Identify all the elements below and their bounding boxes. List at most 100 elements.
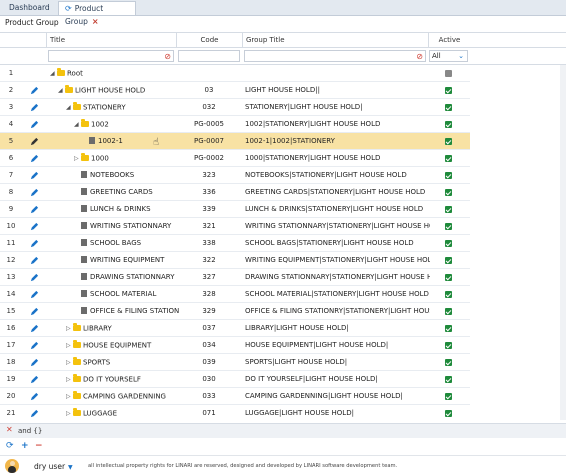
table-row[interactable]: 8 GREETING CARDS 336 GREETING CARDS|STATION… [0,184,470,201]
tab-dashboard[interactable]: Dashboard [3,1,57,15]
table-row[interactable]: 11 SCHOOL BAGS 338 SCHOOL BAGS|STATIONERY|L… [0,235,470,252]
refresh-icon[interactable]: ⟳ [65,4,72,13]
table-row[interactable]: 1 ◢ Root [0,65,470,82]
active-checkbox[interactable] [445,410,452,417]
active-checkbox[interactable] [445,87,452,94]
group-title-filter-input[interactable]: ⊘ [244,50,426,62]
active-checkbox[interactable] [445,138,452,145]
active-filter-select[interactable]: All ⌄ [429,50,468,62]
row-title-cell[interactable]: SCHOOL BAGS [74,235,141,252]
active-checkbox[interactable] [445,274,452,281]
code-filter-input[interactable] [178,50,240,62]
title-filter-input[interactable]: ⊘ [48,50,174,62]
row-title-cell[interactable]: ◢ LIGHT HOUSE HOLD [58,82,145,100]
table-row[interactable]: 9 LUNCH & DRINKS 339 LUNCH & DRINKS|STATION… [0,201,470,218]
column-header-title[interactable]: Title [46,33,176,48]
collapse-arrow-icon[interactable]: ◢ [74,116,81,133]
row-title-cell[interactable]: WRITING EQUIPMENT [74,252,164,269]
user-menu[interactable]: dry user ▼ [34,462,73,471]
remove-icon[interactable]: − [35,440,43,452]
row-code: 336 [202,188,216,196]
active-checkbox[interactable] [445,70,452,77]
column-header-code[interactable]: Code [176,33,242,48]
clear-filter-builder-icon[interactable]: ✕ [6,425,13,434]
row-title-cell[interactable]: WRITING STATIONNARY [74,218,171,235]
table-row[interactable]: 16 ▷ LIBRARY 037 LIBRARY|LIGHT HOUSE HOLD| [0,320,470,337]
table-row[interactable]: 17 ▷ HOUSE EQUIPMENT 034 HOUSE EQUIPMENT|LIG… [0,337,470,354]
filter-expression[interactable]: and {} [18,427,42,435]
clear-filter-icon[interactable]: ⊘ [416,51,423,62]
table-row[interactable]: 15 OFFICE & FILING STATION 329 OFFICE & FIL… [0,303,470,320]
row-title-cell[interactable]: ▷ SPORTS [66,354,110,372]
row-title-cell[interactable]: LUNCH & DRINKS [74,201,151,218]
add-icon[interactable]: + [21,440,29,452]
active-checkbox[interactable] [445,257,452,264]
active-checkbox[interactable] [445,155,452,162]
table-row[interactable]: 7 NOTEBOOKS 323 NOTEBOOKS|STATIONERY|LIGHT … [0,167,470,184]
table-row[interactable]: 2 ◢ LIGHT HOUSE HOLD 03 LIGHT HOUSE HOLD|| [0,82,470,99]
row-title-cell[interactable]: ◢ STATIONERY [66,99,126,117]
active-checkbox[interactable] [445,206,452,213]
collapse-arrow-icon[interactable]: ◢ [66,99,73,116]
row-title-cell[interactable]: ▷ DO IT YOURSELF [66,371,141,389]
column-header-group-title[interactable]: Group Title [242,33,428,48]
expand-arrow-icon[interactable]: ▷ [66,405,73,420]
expand-arrow-icon[interactable]: ▷ [66,320,73,337]
row-title-cell[interactable]: ▷ 1000 [74,150,109,168]
collapse-arrow-icon[interactable]: ◢ [50,65,57,82]
row-code: 327 [202,273,216,281]
edit-icon[interactable] [30,408,40,420]
collapse-arrow-icon[interactable]: ◢ [58,82,65,99]
column-header-active[interactable]: Active [428,33,470,48]
table-row[interactable]: 5 1002-1 PG-0007 1002-1|1002|STATIONERY ☝ [0,133,470,150]
refresh-icon[interactable]: ⟳ [6,440,14,452]
row-title-cell[interactable]: ◢ Root [50,65,83,83]
table-row[interactable]: 12 WRITING EQUIPMENT 322 WRITING EQUIPMENT|… [0,252,470,269]
close-icon[interactable]: × [92,17,99,26]
table-row[interactable]: 13 DRAWING STATIONNARY 327 DRAWING STATIONN… [0,269,470,286]
active-checkbox[interactable] [445,172,452,179]
row-title-cell[interactable]: DRAWING STATIONNARY [74,269,174,286]
active-checkbox[interactable] [445,223,452,230]
row-title-cell[interactable]: GREETING CARDS [74,184,153,201]
clear-filter-icon[interactable]: ⊘ [164,51,171,62]
expand-arrow-icon[interactable]: ▷ [66,371,73,388]
active-checkbox[interactable] [445,291,452,298]
active-checkbox[interactable] [445,325,452,332]
row-title-cell[interactable]: ▷ CAMPING GARDENNING [66,388,166,406]
active-checkbox[interactable] [445,189,452,196]
active-checkbox[interactable] [445,359,452,366]
active-checkbox[interactable] [445,121,452,128]
tab-product-group[interactable]: ⟳ Product Group × [58,1,136,26]
active-checkbox[interactable] [445,376,452,383]
table-row[interactable]: 20 ▷ CAMPING GARDENNING 033 CAMPING GARDENNI… [0,388,470,405]
active-checkbox[interactable] [445,342,452,349]
table-row[interactable]: 3 ◢ STATIONERY 032 STATIONERY|LIGHT HOUSE HO… [0,99,470,116]
table-row[interactable]: 14 SCHOOL MATERIAL 328 SCHOOL MATERIAL|STAT… [0,286,470,303]
row-title-cell[interactable]: ◢ 1002 [74,116,109,134]
table-row[interactable]: 6 ▷ 1000 PG-0002 1000|STATIONERY|LIGHT HOUSE… [0,150,470,167]
table-row[interactable]: 10 WRITING STATIONNARY 321 WRITING STATIONN… [0,218,470,235]
expand-arrow-icon[interactable]: ▷ [66,354,73,371]
active-checkbox[interactable] [445,393,452,400]
row-title-cell[interactable]: ▷ LUGGAGE [66,405,117,420]
avatar[interactable] [5,459,19,473]
expand-arrow-icon[interactable]: ▷ [66,337,73,354]
active-checkbox[interactable] [445,308,452,315]
expand-arrow-icon[interactable]: ▷ [74,150,81,167]
row-title-cell[interactable]: 1002-1 [82,133,123,150]
expand-arrow-icon[interactable]: ▷ [66,388,73,405]
row-title-cell[interactable]: NOTEBOOKS [74,167,134,184]
table-row[interactable]: 18 ▷ SPORTS 039 SPORTS|LIGHT HOUSE HOLD| [0,354,470,371]
active-checkbox[interactable] [445,104,452,111]
row-title-cell[interactable]: ▷ HOUSE EQUIPMENT [66,337,151,355]
row-title-cell[interactable]: OFFICE & FILING STATION [74,303,179,320]
table-row[interactable]: 21 ▷ LUGGAGE 071 LUGGAGE|LIGHT HOUSE HOLD| [0,405,470,420]
active-checkbox[interactable] [445,240,452,247]
row-title-cell[interactable]: SCHOOL MATERIAL [74,286,156,303]
table-row[interactable]: 19 ▷ DO IT YOURSELF 030 DO IT YOURSELF|LIGHT… [0,371,470,388]
folder-icon [73,357,81,365]
vertical-scrollbar[interactable] [560,65,566,420]
table-row[interactable]: 4 ◢ 1002 PG-0005 1002|STATIONERY|LIGHT HOUSE… [0,116,470,133]
row-title-cell[interactable]: ▷ LIBRARY [66,320,112,338]
